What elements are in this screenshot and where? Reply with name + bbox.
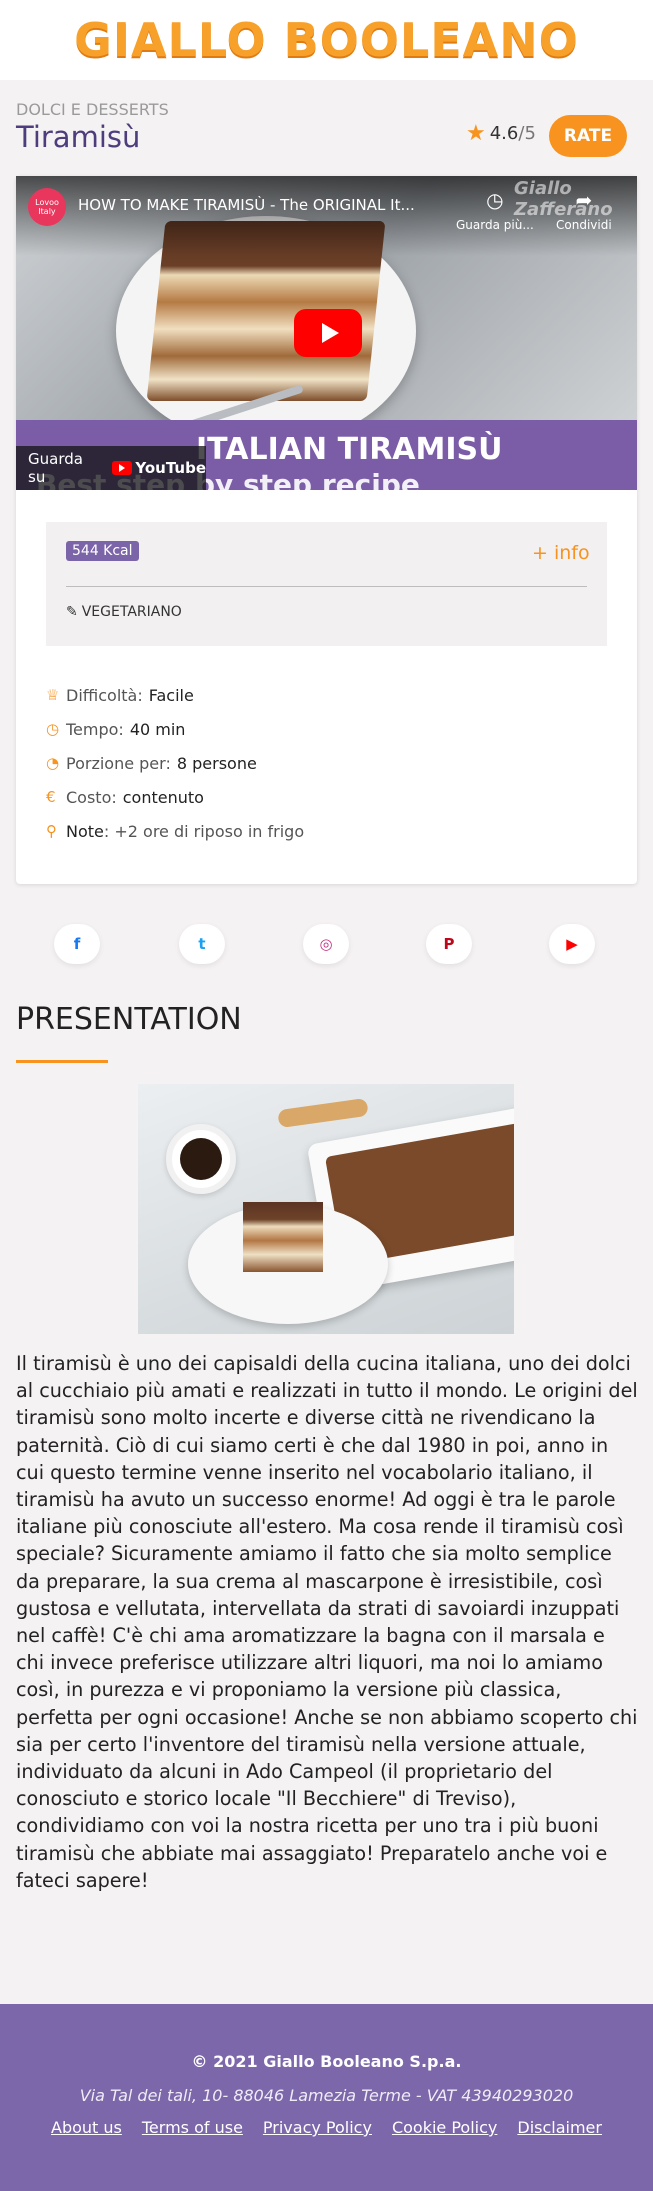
youtube-icon: ▶ bbox=[566, 935, 578, 953]
more-info-link[interactable]: + info bbox=[532, 542, 590, 564]
channel-avatar[interactable]: Lovoo Italy bbox=[28, 188, 66, 226]
share-button[interactable]: ➦ Condividi bbox=[556, 188, 612, 232]
video-embed[interactable]: Lovoo Italy HOW TO MAKE TIRAMISÙ - The O… bbox=[16, 176, 637, 490]
footer-links: About us Terms of use Privacy Policy Coo… bbox=[0, 2118, 653, 2137]
rating-value: 4.6 bbox=[489, 123, 519, 144]
recipe-card: Lovoo Italy HOW TO MAKE TIRAMISÙ - The O… bbox=[16, 176, 637, 884]
youtube-logo: YouTube bbox=[112, 459, 206, 477]
share-icon: ➦ bbox=[575, 188, 593, 212]
rate-button[interactable]: RATE bbox=[549, 115, 627, 157]
presentation-text: Il tiramisù è uno dei capisaldi della cu… bbox=[16, 1352, 638, 1892]
tiramisu-photo bbox=[138, 1084, 514, 1334]
kcal-badge: 544 Kcal bbox=[66, 541, 139, 561]
photo-coffee bbox=[180, 1138, 222, 1180]
detail-label: Porzione per: bbox=[66, 753, 171, 773]
divider bbox=[66, 586, 587, 587]
pin-icon: ⚲ bbox=[46, 822, 57, 840]
site-header: GIALLO BOOLEANO bbox=[0, 0, 653, 80]
company-address: Via Tal dei tali, 10- 88046 Lamezia Term… bbox=[79, 2086, 574, 2105]
watch-on-label: Guarda su bbox=[28, 450, 83, 486]
rating-denominator: /5 bbox=[518, 123, 536, 144]
pinterest-icon: P bbox=[443, 935, 455, 953]
detail-value: 8 persone bbox=[176, 753, 257, 773]
detail-note: ⚲ Note : +2 ore di riposo in frigo bbox=[46, 814, 304, 848]
footer-link-disclaimer[interactable]: Disclaimer bbox=[517, 2118, 602, 2137]
diet-tag: ✎ VEGETARIANO bbox=[66, 604, 182, 620]
detail-time: ◷ Tempo: 40 min bbox=[46, 712, 304, 746]
detail-value: : +2 ore di riposo in frigo bbox=[103, 821, 305, 841]
star-icon: ★ bbox=[466, 121, 486, 146]
detail-cost: € Costo: contenuto bbox=[46, 780, 304, 814]
detail-value: Facile bbox=[148, 685, 194, 705]
nutrition-box: 544 Kcal + info ✎ VEGETARIANO bbox=[46, 522, 607, 646]
watch-later-button[interactable]: ◷ Guarda più... bbox=[456, 188, 534, 232]
instagram-icon: ◎ bbox=[319, 935, 333, 953]
presentation-heading: PRESENTATION bbox=[16, 1002, 242, 1037]
instagram-share-button[interactable]: ◎ bbox=[303, 924, 349, 964]
footer-link-about[interactable]: About us bbox=[51, 2118, 122, 2137]
heading-underline bbox=[16, 1060, 108, 1063]
rating-display: ★ 4.6 /5 bbox=[466, 121, 536, 146]
detail-label: Difficoltà: bbox=[66, 685, 143, 705]
video-title[interactable]: HOW TO MAKE TIRAMISÙ - The ORIGINAL It..… bbox=[78, 196, 458, 214]
pinterest-share-button[interactable]: P bbox=[426, 924, 472, 964]
facebook-icon: f bbox=[73, 935, 81, 953]
twitter-icon: t bbox=[198, 935, 206, 953]
play-icon bbox=[321, 323, 339, 343]
photo-slice bbox=[243, 1202, 323, 1272]
detail-servings: ◔ Porzione per: 8 persone bbox=[46, 746, 304, 780]
watch-on-youtube[interactable]: Guarda su YouTube bbox=[16, 446, 206, 490]
site-footer: © 2021 Giallo Booleano S.p.a. Via Tal de… bbox=[0, 2004, 653, 2191]
footer-link-privacy[interactable]: Privacy Policy bbox=[263, 2118, 372, 2137]
footer-link-terms[interactable]: Terms of use bbox=[142, 2118, 243, 2137]
detail-value: 40 min bbox=[129, 719, 186, 739]
footer-link-cookie[interactable]: Cookie Policy bbox=[392, 2118, 497, 2137]
youtube-label: YouTube bbox=[135, 459, 206, 477]
play-button[interactable] bbox=[294, 309, 362, 357]
site-logo[interactable]: GIALLO BOOLEANO bbox=[74, 13, 579, 67]
youtube-play-icon bbox=[112, 461, 133, 475]
share-label: Condividi bbox=[556, 218, 612, 232]
photo-ladyfinger bbox=[277, 1097, 369, 1129]
trophy-icon: ♕ bbox=[46, 686, 60, 704]
detail-difficulty: ♕ Difficoltà: Facile bbox=[46, 678, 304, 712]
detail-label: Costo: bbox=[66, 787, 117, 807]
euro-icon: € bbox=[46, 788, 56, 806]
youtube-share-button[interactable]: ▶ bbox=[549, 924, 595, 964]
twitter-share-button[interactable]: t bbox=[179, 924, 225, 964]
diet-tag-label: VEGETARIANO bbox=[81, 604, 182, 620]
watch-later-label: Guarda più... bbox=[456, 218, 534, 232]
clock-icon: ◷ bbox=[486, 188, 504, 212]
carrot-icon: ✎ bbox=[66, 604, 78, 620]
detail-label: Note bbox=[66, 821, 104, 841]
clock-icon: ◷ bbox=[46, 720, 60, 738]
banner-title: ITALIAN TIRAMISÙ bbox=[196, 432, 503, 467]
facebook-share-button[interactable]: f bbox=[54, 924, 100, 964]
copyright: © 2021 Giallo Booleano S.p.a. bbox=[191, 2052, 462, 2071]
recipe-title: Tiramisù bbox=[16, 120, 141, 154]
detail-label: Tempo: bbox=[66, 719, 124, 739]
detail-value: contenuto bbox=[122, 787, 204, 807]
recipe-category[interactable]: DOLCI E DESSERTS bbox=[16, 100, 169, 119]
recipe-details: ♕ Difficoltà: Facile ◷ Tempo: 40 min ◔ P… bbox=[46, 678, 304, 848]
pie-icon: ◔ bbox=[46, 754, 60, 772]
